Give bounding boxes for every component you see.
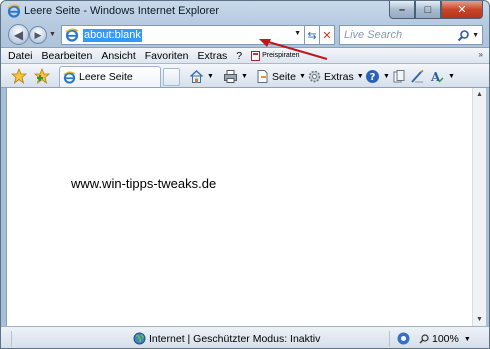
- gear-icon: [308, 70, 321, 83]
- home-dropdown-icon[interactable]: ▼: [207, 73, 214, 80]
- search-box[interactable]: Live Search ▼: [339, 25, 483, 45]
- page-text: www.win-tipps-tweaks.de: [71, 176, 217, 191]
- ie-icon[interactable]: [397, 332, 410, 345]
- command-bar: Leere Seite ▼ ▼ Seite ▼ Extras ▼ ? ▼ A ▼: [1, 64, 489, 88]
- menu-item-bearbeiten[interactable]: Bearbeiten: [42, 50, 93, 62]
- zoom-icon: [419, 334, 429, 344]
- help-dropdown-icon: ▼: [383, 73, 390, 80]
- help-button[interactable]: ? ▼: [365, 68, 390, 85]
- history-dropdown-icon[interactable]: ▼: [49, 31, 56, 38]
- home-icon: [189, 69, 204, 83]
- zoom-dropdown-icon: ▼: [463, 335, 471, 343]
- tab-label: Leere Seite: [79, 71, 133, 83]
- back-arrow-icon: ◀: [13, 27, 24, 42]
- forward-arrow-icon: ▶: [34, 29, 42, 40]
- menu-item-favoriten[interactable]: Favoriten: [145, 50, 189, 62]
- scroll-down-icon[interactable]: ▼: [476, 316, 483, 323]
- window-title: Leere Seite - Windows Internet Explorer: [24, 5, 220, 17]
- title-bar: Leere Seite - Windows Internet Explorer …: [1, 1, 489, 21]
- menu-item-help[interactable]: ?: [236, 50, 242, 62]
- tools-menu[interactable]: Extras ▼: [307, 68, 364, 85]
- address-url[interactable]: about:blank: [83, 28, 142, 42]
- tools-dropdown-icon: ▼: [356, 73, 364, 80]
- print-button[interactable]: ▼: [223, 68, 248, 85]
- scroll-up-icon[interactable]: ▲: [476, 91, 483, 98]
- print-dropdown-icon[interactable]: ▼: [241, 73, 248, 80]
- blog-button[interactable]: [410, 68, 425, 85]
- font-size-button[interactable]: A ▼: [430, 68, 455, 85]
- tab-leere-seite[interactable]: Leere Seite: [59, 66, 161, 87]
- font-size-icon: A: [430, 70, 444, 84]
- back-button[interactable]: ◀: [8, 24, 29, 45]
- status-separator: [11, 331, 12, 347]
- search-icon[interactable]: [457, 29, 470, 42]
- tools-menu-label: Extras: [324, 70, 354, 83]
- search-input[interactable]: Live Search: [344, 29, 457, 41]
- home-button[interactable]: ▼: [189, 68, 214, 85]
- security-zone-text[interactable]: Internet | Geschützter Modus: Inaktiv: [149, 333, 320, 345]
- help-icon: ?: [366, 70, 379, 83]
- close-button[interactable]: ✕: [441, 1, 483, 19]
- ie-icon: [63, 71, 76, 84]
- status-separator: [389, 331, 390, 347]
- ie-icon: [7, 4, 21, 18]
- window-controls: – □ ✕: [389, 1, 483, 19]
- favorites-star-icon[interactable]: [11, 68, 27, 84]
- page-content[interactable]: www.win-tipps-tweaks.de: [6, 88, 472, 326]
- print-icon: [224, 70, 237, 83]
- chevron-right-icon[interactable]: »: [479, 50, 483, 59]
- blog-icon: [411, 69, 424, 83]
- maximize-button[interactable]: □: [415, 1, 441, 19]
- research-icon: [393, 70, 405, 83]
- svg-text:?: ?: [370, 72, 376, 83]
- font-size-dropdown-icon: ▼: [448, 73, 455, 80]
- new-tab-button[interactable]: [163, 68, 180, 86]
- zoom-control[interactable]: 100% ▼: [419, 333, 471, 345]
- menu-item-ansicht[interactable]: Ansicht: [101, 50, 135, 62]
- add-favorites-icon[interactable]: [34, 68, 50, 84]
- vertical-scrollbar[interactable]: ▲ ▼: [472, 88, 486, 326]
- menu-bar: Datei Bearbeiten Ansicht Favoriten Extra…: [1, 47, 489, 64]
- navigation-bar: ◀ ▶ ▼ about:blank ▼ ⇆ ✕ Live Search ▼: [1, 21, 489, 47]
- status-bar: Internet | Geschützter Modus: Inaktiv 10…: [1, 326, 489, 348]
- annotation-arrow: [259, 39, 328, 60]
- page-icon: [257, 70, 268, 83]
- browser-window: Leere Seite - Windows Internet Explorer …: [0, 0, 490, 349]
- menu-item-extras[interactable]: Extras: [198, 50, 228, 62]
- forward-button[interactable]: ▶: [29, 26, 47, 44]
- page-menu[interactable]: Seite ▼: [255, 68, 306, 85]
- search-dropdown-icon[interactable]: ▼: [472, 32, 479, 39]
- page-menu-label: Seite: [272, 70, 296, 83]
- minimize-button[interactable]: –: [389, 1, 415, 19]
- research-button[interactable]: [392, 68, 407, 85]
- globe-icon: [133, 332, 146, 345]
- ie-icon: [65, 28, 79, 42]
- zoom-level: 100%: [432, 333, 459, 345]
- menu-item-datei[interactable]: Datei: [8, 50, 33, 62]
- page-dropdown-icon: ▼: [298, 73, 306, 80]
